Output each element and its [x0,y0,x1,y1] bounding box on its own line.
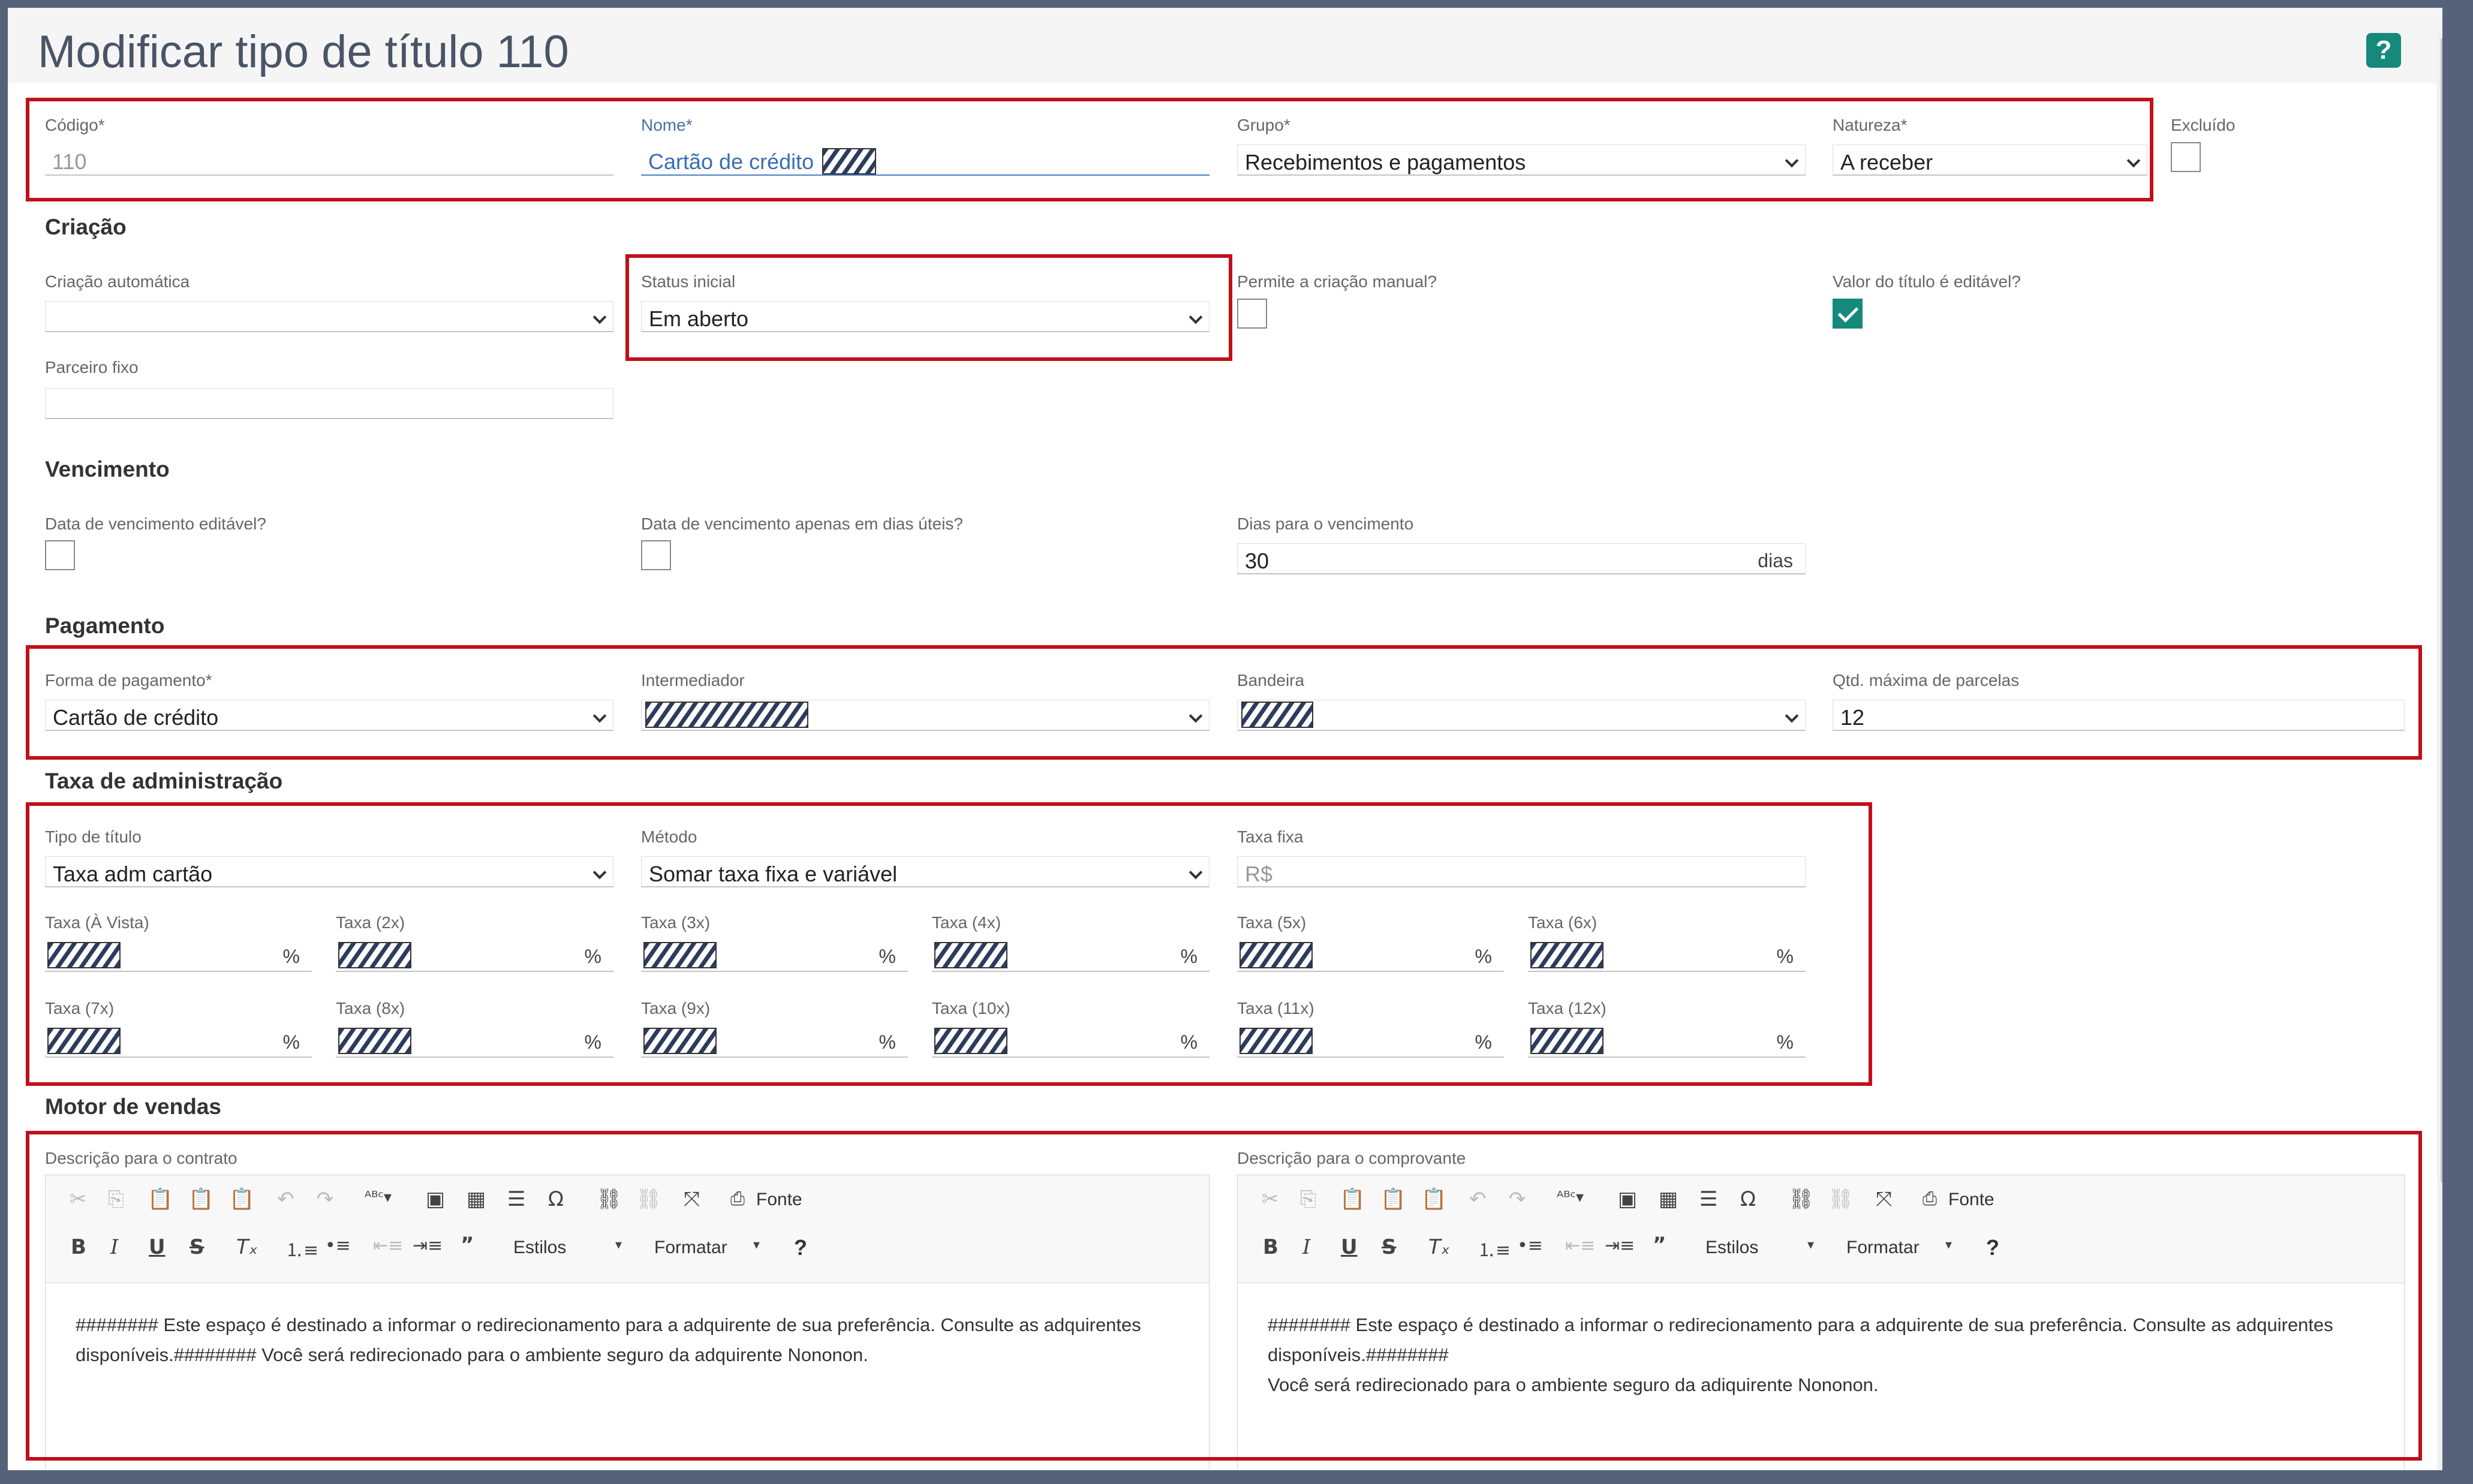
valor-editavel-checkbox[interactable] [1833,299,1863,329]
section-motor-vendas: Motor de vendas [45,1094,221,1119]
scroll-down-icon[interactable]: ▼ [2441,1459,2442,1470]
dias-vencimento-label: Dias para o vencimento [1237,514,1414,533]
dias-unit: dias [1758,550,1793,571]
page-title: Modificar tipo de título 110 [38,26,569,77]
permite-manual-checkbox[interactable] [1237,299,1267,329]
dias-uteis-checkbox[interactable] [641,540,671,570]
modal-window: Modificar tipo de título 110 ? ▼ Código*… [8,8,2442,1470]
excluido-checkbox[interactable] [2171,142,2201,172]
help-icon[interactable]: ? [2366,33,2401,68]
section-pagamento: Pagamento [45,613,165,638]
excluido-label: Excluído [2171,116,2236,134]
parceiro-fixo-label: Parceiro fixo [45,358,139,377]
modal-header: Modificar tipo de título 110 ? [8,8,2442,83]
data-editavel-label: Data de vencimento editável? [45,514,266,533]
section-taxa: Taxa de administração [45,769,283,793]
scrollbar[interactable]: ▼ [2437,32,2442,1470]
section-vencimento: Vencimento [45,457,170,481]
permite-manual-label: Permite a criação manual? [1237,272,1437,291]
highlight-box [625,254,1232,361]
highlight-box [26,802,1872,1086]
dias-uteis-label: Data de vencimento apenas em dias úteis? [641,514,963,533]
dias-vencimento-value: 30 [1245,549,1269,573]
criacao-automatica-label: Criação automática [45,272,190,291]
highlight-box [26,1131,2422,1461]
dias-vencimento-input[interactable]: 30 dias [1237,543,1806,574]
valor-editavel-label: Valor do título é editável? [1833,272,2021,291]
scrollbar-thumb[interactable] [2441,38,2442,1183]
data-editavel-checkbox[interactable] [45,540,75,570]
highlight-box [26,645,2422,760]
criacao-automatica-select[interactable] [45,301,613,332]
section-criacao: Criação [45,215,127,239]
parceiro-fixo-input[interactable] [45,388,613,419]
chevron-down-icon [592,310,607,324]
highlight-box [26,98,2153,201]
